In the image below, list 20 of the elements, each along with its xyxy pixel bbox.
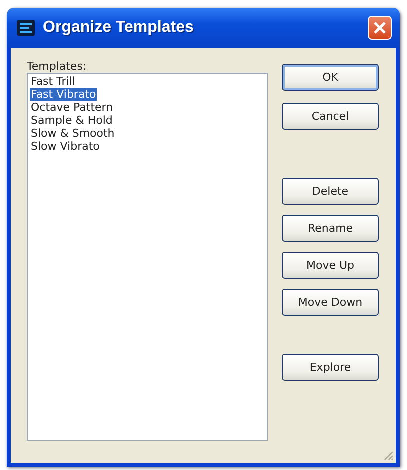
list-item[interactable]: Slow & Smooth <box>30 127 116 140</box>
list-label: Templates: <box>27 60 88 73</box>
list-item[interactable]: Sample & Hold <box>30 114 114 127</box>
templates-list[interactable]: Fast Trill Fast Vibrato Octave Pattern Sample & Hold Slow & Smooth Slow Vibrato <box>27 73 268 441</box>
close-button[interactable] <box>368 16 392 40</box>
dialog-button[interactable]: Delete <box>282 178 379 205</box>
list-item[interactable]: Fast Trill <box>30 75 76 88</box>
dialog-button[interactable]: Rename <box>282 215 379 242</box>
close-icon <box>373 21 387 35</box>
dialog-button[interactable]: OK <box>282 64 379 91</box>
dialog-button[interactable]: Move Up <box>282 252 379 279</box>
app-icon <box>17 20 35 36</box>
dialog-button[interactable]: Cancel <box>282 103 379 130</box>
window-title: Organize Templates <box>43 19 195 37</box>
dialog-button[interactable]: Explore <box>282 354 379 381</box>
resize-grip-icon[interactable] <box>382 449 394 461</box>
list-item[interactable]: Fast Vibrato <box>30 88 98 101</box>
list-item[interactable]: Octave Pattern <box>30 101 114 114</box>
dialog-button[interactable]: Move Down <box>282 289 379 316</box>
list-item[interactable]: Slow Vibrato <box>30 140 101 153</box>
